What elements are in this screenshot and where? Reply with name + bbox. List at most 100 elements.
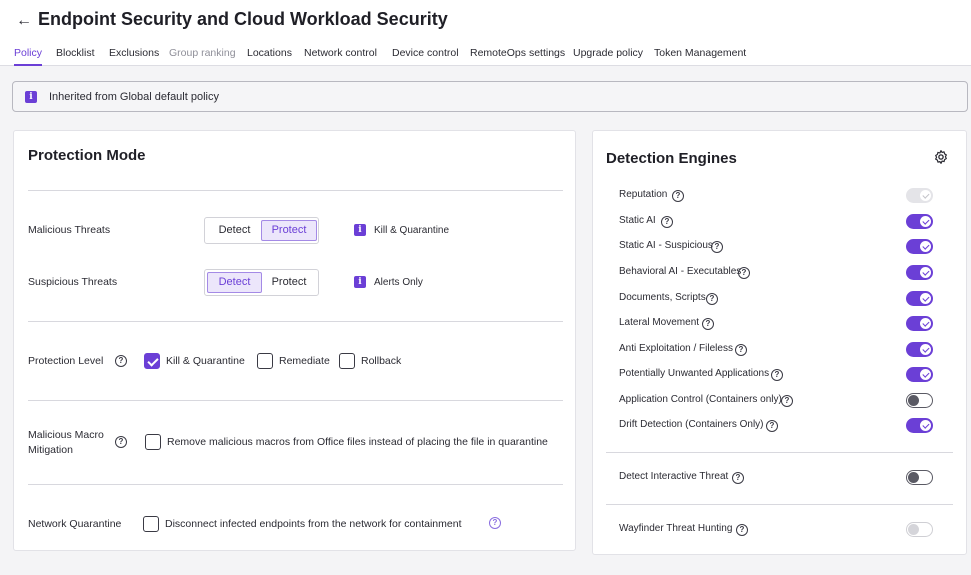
help-icon[interactable]: ? xyxy=(115,355,127,367)
pua-toggle[interactable] xyxy=(906,367,933,382)
disconnect-endpoints-label: Disconnect infected endpoints from the n… xyxy=(165,518,462,530)
documents-scripts-toggle[interactable] xyxy=(906,291,933,306)
engine-row-static-ai-suspicious: Static AI - Suspicious ? xyxy=(593,237,967,257)
protection-mode-card: Protection Mode Malicious Threats Detect… xyxy=(13,130,576,551)
malicious-threats-label: Malicious Threats xyxy=(28,224,111,236)
suspicious-threats-toggle: Detect Protect xyxy=(204,269,319,296)
engine-row-reputation: Reputation ? xyxy=(593,186,967,206)
page-title: Endpoint Security and Cloud Workload Sec… xyxy=(38,9,448,29)
static-ai-suspicious-toggle[interactable] xyxy=(906,239,933,254)
engine-row-anti-exploitation: Anti Exploitation / Fileless ? xyxy=(593,340,967,360)
malicious-protect-option[interactable]: Protect xyxy=(261,220,317,241)
help-icon[interactable]: ? xyxy=(771,369,783,381)
engine-row-wayfinder: Wayfinder Threat Hunting ? xyxy=(593,520,967,540)
reputation-toggle xyxy=(906,188,933,203)
lateral-movement-toggle[interactable] xyxy=(906,316,933,331)
help-icon[interactable]: ? xyxy=(489,517,501,529)
engine-label: Anti Exploitation / Fileless xyxy=(619,343,733,354)
engine-label: Wayfinder Threat Hunting xyxy=(619,523,733,534)
divider xyxy=(606,452,953,453)
suspicious-threats-label: Suspicious Threats xyxy=(28,276,118,288)
engine-label: Behavioral AI - Executables xyxy=(619,266,742,277)
kill-quarantine-checkbox[interactable] xyxy=(144,353,160,369)
detection-engines-title: Detection Engines xyxy=(606,150,737,167)
engine-label: Detect Interactive Threat xyxy=(619,471,729,482)
help-icon[interactable]: ? xyxy=(702,318,714,330)
info-icon: i xyxy=(25,91,37,103)
help-icon[interactable]: ? xyxy=(672,190,684,202)
divider xyxy=(28,400,563,401)
help-icon[interactable]: ? xyxy=(781,395,793,407)
tab-device-control[interactable]: Device control xyxy=(392,46,459,66)
engine-label: Drift Detection (Containers Only) xyxy=(619,419,764,430)
help-icon[interactable]: ? xyxy=(736,524,748,536)
divider xyxy=(606,504,953,505)
suspicious-protect-option[interactable]: Protect xyxy=(261,272,317,293)
tab-remoteops-settings[interactable]: RemoteOps settings xyxy=(470,46,565,66)
tab-group-ranking: Group ranking xyxy=(169,47,236,59)
tab-exclusions[interactable]: Exclusions xyxy=(109,46,159,66)
remediate-label: Remediate xyxy=(279,355,330,367)
engine-label: Application Control (Containers only) xyxy=(619,394,782,405)
engine-label: Lateral Movement xyxy=(619,317,700,328)
anti-exploitation-toggle[interactable] xyxy=(906,342,933,357)
drift-detection-toggle[interactable] xyxy=(906,418,933,433)
arrow-left-icon[interactable]: ← xyxy=(14,11,34,31)
help-icon[interactable]: ? xyxy=(738,267,750,279)
engine-row-documents-scripts: Documents, Scripts ? xyxy=(593,289,967,309)
engine-label: Static AI - Suspicious xyxy=(619,240,713,251)
help-icon[interactable]: ? xyxy=(735,344,747,356)
tab-locations[interactable]: Locations xyxy=(247,46,292,66)
suspicious-note: Alerts Only xyxy=(374,277,423,288)
tab-upgrade-policy[interactable]: Upgrade policy xyxy=(573,46,643,66)
tab-policy[interactable]: Policy xyxy=(14,46,43,66)
protection-mode-title: Protection Mode xyxy=(28,147,146,164)
engine-label: Static AI xyxy=(619,215,656,226)
help-icon[interactable]: ? xyxy=(661,216,673,228)
kill-quarantine-label: Kill & Quarantine xyxy=(166,355,245,367)
help-icon[interactable]: ? xyxy=(706,293,718,305)
engine-row-behavioral-ai: Behavioral AI - Executables ? xyxy=(593,263,967,283)
gear-icon[interactable] xyxy=(933,149,949,165)
tab-network-control[interactable]: Network control xyxy=(304,46,377,66)
page-header: ← Endpoint Security and Cloud Workload S… xyxy=(0,0,971,66)
interactive-threat-toggle[interactable] xyxy=(906,470,933,485)
divider xyxy=(28,321,563,322)
malicious-threats-toggle: Detect Protect xyxy=(204,217,319,244)
remove-macros-label: Remove malicious macros from Office file… xyxy=(167,436,548,448)
help-icon[interactable]: ? xyxy=(115,436,127,448)
static-ai-toggle[interactable] xyxy=(906,214,933,229)
detection-engines-card: Detection Engines Reputation ? Static AI… xyxy=(592,130,967,555)
network-quarantine-label: Network Quarantine xyxy=(28,518,122,530)
remediate-checkbox[interactable] xyxy=(257,353,273,369)
macro-mitigation-label: Malicious Macro xyxy=(28,429,104,441)
malicious-detect-option[interactable]: Detect xyxy=(207,220,262,241)
protection-level-label: Protection Level xyxy=(28,355,104,367)
inherited-policy-banner: i Inherited from Global default policy xyxy=(12,81,968,112)
tab-blocklist[interactable]: Blocklist xyxy=(56,46,95,66)
engine-row-application-control: Application Control (Containers only) ? xyxy=(593,391,967,411)
behavioral-ai-toggle[interactable] xyxy=(906,265,933,280)
engine-row-pua: Potentially Unwanted Applications ? xyxy=(593,365,967,385)
suspicious-detect-option[interactable]: Detect xyxy=(207,272,262,293)
wayfinder-toggle xyxy=(906,522,933,537)
disconnect-endpoints-checkbox[interactable] xyxy=(143,516,159,532)
engine-row-drift-detection: Drift Detection (Containers Only) ? xyxy=(593,416,967,436)
help-icon[interactable]: ? xyxy=(766,420,778,432)
rollback-label: Rollback xyxy=(361,355,402,367)
engine-row-static-ai: Static AI ? xyxy=(593,212,967,232)
rollback-checkbox[interactable] xyxy=(339,353,355,369)
help-icon[interactable]: ? xyxy=(711,241,723,253)
info-icon: i xyxy=(354,276,366,288)
help-icon[interactable]: ? xyxy=(732,472,744,484)
macro-mitigation-label-line2: Mitigation xyxy=(28,444,73,456)
application-control-toggle[interactable] xyxy=(906,393,933,408)
divider xyxy=(28,190,563,191)
tab-token-management[interactable]: Token Management xyxy=(654,46,746,66)
engine-row-interactive-threat: Detect Interactive Threat ? xyxy=(593,468,967,488)
engine-label: Documents, Scripts xyxy=(619,292,706,303)
malicious-note: Kill & Quarantine xyxy=(374,225,450,236)
remove-macros-checkbox[interactable] xyxy=(145,434,161,450)
info-icon: i xyxy=(354,224,366,236)
engine-label: Potentially Unwanted Applications xyxy=(619,368,770,379)
